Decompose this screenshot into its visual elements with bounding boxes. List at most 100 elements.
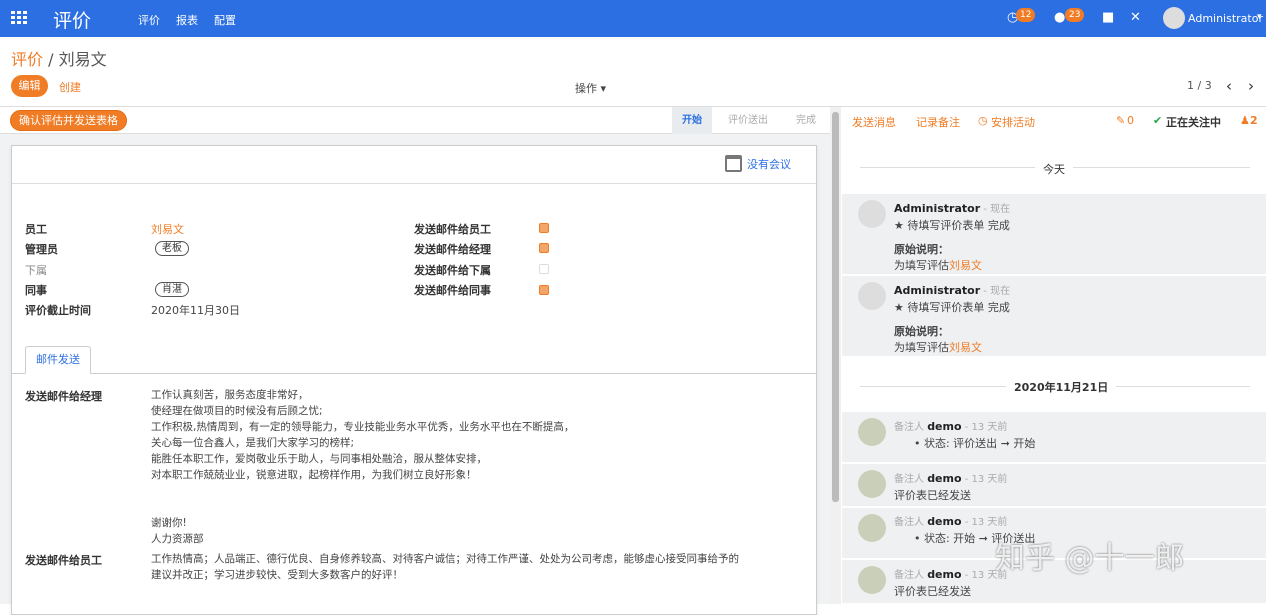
next-icon[interactable]: › — [1248, 77, 1254, 95]
mail-employee-checkbox[interactable] — [539, 223, 549, 233]
form-scrollbar[interactable] — [830, 107, 841, 604]
message-author[interactable]: 备注人 demo - 13 天前 — [894, 418, 1007, 433]
text-line: 工作积极,热情周到，有一定的领导能力，专业技能业务水平优秀，业务水平也在不断提高… — [151, 421, 575, 433]
text-line: 使经理在做项目的时候没有后顾之忧; — [151, 405, 323, 417]
employee-value[interactable]: 刘易文 — [151, 221, 184, 237]
mail-subordinate-label: 发送邮件给下属 — [414, 264, 491, 277]
meeting-button[interactable]: 没有会议 — [725, 155, 791, 172]
mail-employee-label: 发送邮件给员工 — [414, 223, 491, 236]
mail-manager-label: 发送邮件给经理 — [414, 243, 491, 256]
manager-tag[interactable]: 老板 — [155, 241, 189, 256]
text-line: 人力资源部 — [151, 533, 204, 545]
message-author[interactable]: 备注人 demo - 13 天前 — [894, 470, 1007, 485]
edit-button[interactable]: 编辑 — [11, 75, 48, 97]
avatar[interactable] — [858, 470, 886, 498]
apps-grid-icon[interactable] — [11, 11, 27, 25]
pager-value[interactable]: 1 / 3 — [1187, 79, 1212, 92]
schedule-activity-button[interactable]: 安排活动 — [991, 114, 1035, 130]
confirm-send-button[interactable]: 确认评估并发送表格 — [10, 110, 127, 131]
message-body: ★ 待填写评价表单 完成 — [894, 219, 1010, 232]
message-author[interactable]: 备注人 demo - 13 天前 — [894, 513, 1007, 528]
stage-sent[interactable]: 评价送出 — [718, 107, 778, 134]
caret-down-icon[interactable]: ▾ — [1257, 12, 1262, 22]
avatar[interactable] — [858, 566, 886, 594]
subordinate-label: 下属 — [25, 264, 47, 277]
scrollbar-thumb[interactable] — [832, 112, 839, 502]
mail-employee-text[interactable]: 工作热情高；人品端正、德行优良、自身修养较高、对待客户诚信；对待工作严谨、处处为… — [151, 551, 739, 583]
message-note: 为填写评估刘易文 — [894, 259, 982, 272]
log-note-button[interactable]: 记录备注 — [916, 114, 960, 130]
breadcrumb-current: 刘易文 — [58, 50, 107, 69]
sheet-header-divider — [12, 183, 816, 184]
message-author[interactable]: 备注人 demo - 13 天前 — [894, 566, 1007, 581]
avatar[interactable] — [858, 418, 886, 446]
message-body: 评价表已经发送 — [894, 489, 971, 502]
tab-divider — [12, 373, 816, 374]
activity-badge: 12 — [1016, 8, 1036, 22]
manager-label: 管理员 — [25, 243, 58, 256]
check-icon: ✔ — [1153, 114, 1163, 127]
message-body: 评价表已经发送 — [894, 585, 971, 598]
employee-label: 员工 — [25, 223, 47, 236]
mail-subordinate-checkbox[interactable] — [539, 264, 549, 274]
menu-reports[interactable]: 报表 — [176, 12, 198, 28]
send-message-button[interactable]: 发送消息 — [852, 114, 896, 130]
text-line: 关心每一位合鑫人，是我们大家学习的榜样; — [151, 437, 355, 449]
avatar[interactable] — [858, 282, 886, 310]
attachment-count[interactable]: 0 — [1127, 114, 1134, 127]
chat-icon[interactable]: ● — [1054, 10, 1065, 25]
avatar[interactable] — [858, 514, 886, 542]
meeting-label: 没有会议 — [747, 157, 791, 171]
breadcrumb: 评价 / 刘易文 — [11, 46, 107, 70]
text-line: 对本职工作兢兢业业，锐意进取，起榜样作用，为我们树立良好形象！ — [151, 469, 477, 481]
breadcrumb-parent[interactable]: 评价 — [11, 50, 43, 69]
paperclip-icon[interactable]: ✎ — [1116, 114, 1125, 127]
stage-start[interactable]: 开始 — [672, 107, 712, 134]
debug-icon[interactable]: ✕ — [1130, 10, 1141, 25]
user-menu[interactable]: Administrator — [1188, 12, 1263, 25]
message-note: 为填写评估刘易文 — [894, 341, 982, 354]
following-button[interactable]: 正在关注中 — [1166, 114, 1221, 130]
message-body: ★ 待填写评价表单 完成 — [894, 301, 1010, 314]
deadline-label: 评价截止时间 — [25, 304, 91, 317]
colleague-tag[interactable]: 肖湛 — [155, 282, 189, 297]
breadcrumb-sep: / — [48, 50, 54, 69]
menu-config[interactable]: 配置 — [214, 12, 236, 28]
text-line: 工作热情高；人品端正、德行优良、自身修养较高、对待客户诚信；对待工作严谨、处处为… — [151, 553, 739, 565]
clock-icon: ◷ — [978, 114, 988, 127]
calendar-icon — [725, 155, 742, 172]
tab-mail[interactable]: 邮件发送 — [25, 346, 91, 374]
action-dropdown[interactable]: 操作 ▾ — [575, 80, 606, 96]
avatar[interactable] — [858, 200, 886, 228]
mail-manager-text-label: 发送邮件给经理 — [25, 390, 102, 403]
message-author[interactable]: Administrator - 现在 — [894, 282, 1010, 297]
date-separator: 2020年11月21日 — [1006, 379, 1117, 395]
mail-manager-text[interactable]: 工作认真刻苦，服务态度非常好， 使经理在做项目的时候没有后顾之忧; 工作积极,热… — [151, 387, 574, 547]
deadline-value[interactable]: 2020年11月30日 — [151, 302, 240, 318]
message-author[interactable]: Administrator - 现在 — [894, 200, 1010, 215]
gift-icon[interactable]: ■ — [1102, 10, 1114, 25]
message-note-title: 原始说明： — [894, 325, 949, 338]
create-button[interactable]: 创建 — [59, 79, 81, 95]
mail-manager-checkbox[interactable] — [539, 243, 549, 253]
user-icon: ♟ — [1240, 114, 1250, 127]
menu-appraisal[interactable]: 评价 — [138, 12, 160, 28]
followers-count[interactable]: 2 — [1250, 114, 1258, 127]
text-line: 工作认真刻苦，服务态度非常好， — [151, 389, 309, 401]
mail-colleague-label: 发送邮件给同事 — [414, 284, 491, 297]
app-title: 评价 — [53, 10, 92, 32]
watermark: 知乎 @十一郎 — [995, 541, 1185, 576]
date-separator-today: 今天 — [1035, 161, 1073, 177]
stage-done[interactable]: 完成 — [786, 107, 826, 134]
top-navbar: 评价 评价 报表 配置 ◷ 12 ● 23 ■ ✕ Administrator … — [0, 0, 1266, 37]
prev-icon[interactable]: ‹ — [1226, 77, 1232, 95]
mail-employee-text-label: 发送邮件给员工 — [25, 554, 102, 567]
text-line: 能胜任本职工作，爱岗敬业乐于助人，与同事相处融洽，服从整体安排， — [151, 453, 487, 465]
mail-colleague-checkbox[interactable] — [539, 285, 549, 295]
message-note-title: 原始说明： — [894, 243, 949, 256]
user-avatar[interactable] — [1163, 7, 1185, 29]
text-line: 谢谢你! — [151, 517, 187, 529]
colleague-label: 同事 — [25, 284, 47, 297]
